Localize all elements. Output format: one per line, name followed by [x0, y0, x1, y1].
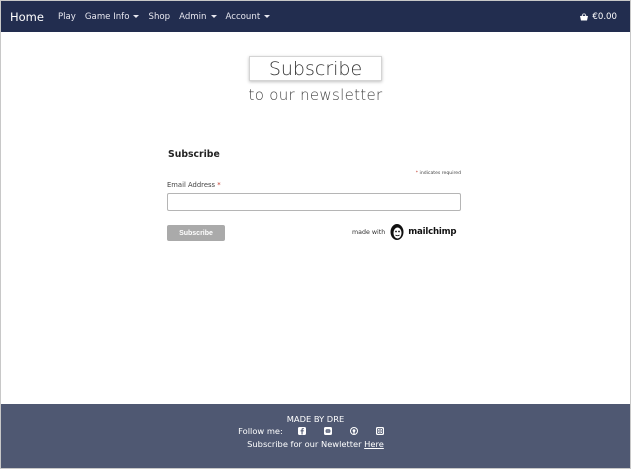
mailchimp-badge[interactable]: made with mailchimp	[352, 223, 457, 241]
basket-icon	[580, 12, 589, 20]
required-asterisk: *	[415, 171, 419, 176]
footer-newsletter-link[interactable]: Here	[364, 439, 384, 449]
nav-shop[interactable]: Shop	[148, 12, 170, 22]
required-note: * indicates required	[416, 171, 461, 176]
facebook-icon[interactable]	[297, 427, 306, 435]
footer-newsletter-text: Subscribe for our Newletter	[247, 439, 362, 449]
github-icon[interactable]	[349, 427, 358, 435]
cart-amount: €0.00	[592, 11, 617, 22]
caret-down-icon	[133, 15, 140, 18]
nav-account-label: Account	[225, 11, 261, 22]
mailchimp-wordmark: mailchimp	[408, 227, 457, 237]
nav-game-info[interactable]: Game Info	[85, 12, 140, 22]
email-label-text: Email Address	[167, 181, 216, 189]
required-note-text: indicates required	[419, 171, 461, 176]
subscribe-button[interactable]: Subscribe	[167, 225, 225, 241]
email-required-asterisk: *	[217, 181, 221, 189]
made-with-text: made with	[352, 228, 386, 236]
footer-follow-label: Follow me:	[238, 426, 283, 436]
nav-admin[interactable]: Admin	[179, 11, 217, 22]
top-navbar: Home Play Game Info Shop Admin Account €…	[1, 1, 630, 32]
mailchimp-logo-icon	[390, 224, 404, 240]
footer-made-by: MADE BY DRE	[286, 414, 345, 424]
email-field[interactable]	[167, 193, 461, 211]
nav-game-info-label: Game Info	[84, 11, 130, 22]
footer-newsletter-row: Subscribe for our Newletter Here	[1, 439, 630, 449]
nav-home-link[interactable]: Home	[10, 10, 44, 24]
cart-button[interactable]: €0.00	[579, 1, 617, 32]
nav-account[interactable]: Account	[226, 12, 271, 22]
nav-admin-label: Admin	[179, 11, 207, 22]
instagram-icon[interactable]	[375, 427, 384, 435]
discord-icon[interactable]	[323, 427, 332, 435]
footer-follow-row: Follow me:	[1, 426, 630, 436]
nav-play-label: Play	[57, 11, 76, 22]
nav-shop-label: Shop	[148, 11, 171, 22]
page-title: Subscribe	[249, 56, 382, 81]
form-title: Subscribe	[168, 149, 220, 160]
caret-down-icon	[264, 15, 271, 18]
nav-play[interactable]: Play	[58, 12, 76, 22]
email-label: Email Address *	[167, 181, 221, 189]
caret-down-icon	[210, 15, 217, 18]
page-subtitle: to our newsletter	[248, 86, 383, 104]
page-footer: MADE BY DRE Follow me: Subscribe for our…	[1, 404, 630, 468]
